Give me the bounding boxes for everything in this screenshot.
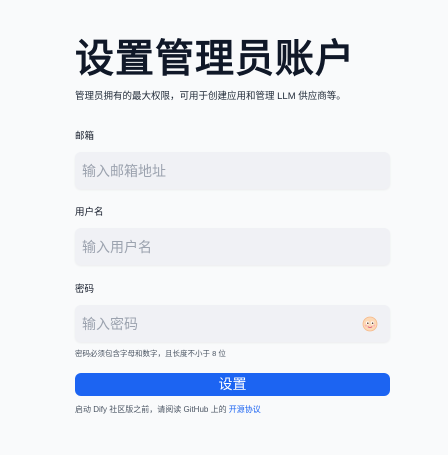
setup-submit-button[interactable]: 设置: [75, 373, 390, 396]
username-input[interactable]: [82, 238, 383, 255]
page-title: 设置管理员账户: [75, 37, 356, 82]
email-input[interactable]: [82, 162, 383, 179]
password-input[interactable]: [82, 315, 383, 332]
license-notice-text: 启动 Dify 社区版之前，请阅读 GitHub 上的: [75, 405, 229, 414]
username-input-wrapper: [75, 228, 390, 265]
open-source-license-link[interactable]: 开源协议: [229, 405, 261, 414]
username-field-group: 用户名: [75, 207, 390, 265]
password-label: 密码: [75, 284, 95, 295]
show-password-eye-icon[interactable]: [362, 316, 378, 332]
page-subtitle: 管理员拥有的最大权限，可用于创建应用和管理 LLM 供应商等。: [75, 91, 346, 102]
password-field-group: 密码 密码必须包含字母和数字，且长度不小于 8 位: [75, 284, 390, 359]
license-notice: 启动 Dify 社区版之前，请阅读 GitHub 上的 开源协议: [75, 404, 261, 415]
email-field-group: 邮箱: [75, 131, 390, 189]
setup-form-container: 设置管理员账户 管理员拥有的最大权限，可用于创建应用和管理 LLM 供应商等。 …: [75, 34, 390, 414]
email-input-wrapper: [75, 152, 390, 189]
email-label: 邮箱: [75, 131, 95, 142]
password-hint: 密码必须包含字母和数字，且长度不小于 8 位: [75, 349, 226, 358]
username-label: 用户名: [75, 207, 104, 218]
password-input-wrapper: [75, 305, 390, 342]
